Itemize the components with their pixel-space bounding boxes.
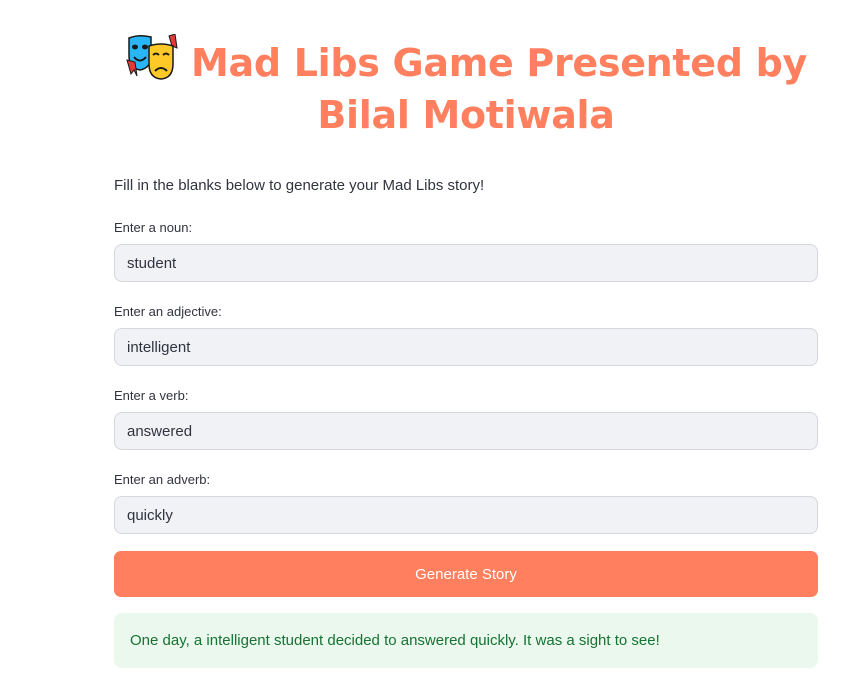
adverb-label: Enter an adverb: <box>114 472 211 487</box>
generate-story-button[interactable]: Generate Story <box>114 551 818 597</box>
title-text-line-1: Mad Libs Game Presented by <box>191 41 807 85</box>
performing-arts-masks-icon <box>126 34 178 80</box>
title-line-1: Mad Libs Game Presented by <box>114 34 818 89</box>
story-result-box: One day, a intelligent student decided t… <box>114 613 818 668</box>
story-text: One day, a intelligent student decided t… <box>130 632 660 649</box>
noun-input[interactable] <box>114 244 818 282</box>
page-title: Mad Libs Game Presented by Bilal Motiwal… <box>114 34 818 141</box>
title-text-line-2: Bilal Motiwala <box>317 93 615 137</box>
verb-label: Enter a verb: <box>114 388 189 403</box>
noun-label: Enter a noun: <box>114 220 193 235</box>
adverb-input[interactable] <box>114 496 818 534</box>
adjective-input[interactable] <box>114 328 818 366</box>
intro-text: Fill in the blanks below to generate you… <box>114 177 485 194</box>
adjective-label: Enter an adjective: <box>114 304 222 319</box>
verb-input[interactable] <box>114 412 818 450</box>
app-container: Mad Libs Game Presented by Bilal Motiwal… <box>0 0 866 691</box>
